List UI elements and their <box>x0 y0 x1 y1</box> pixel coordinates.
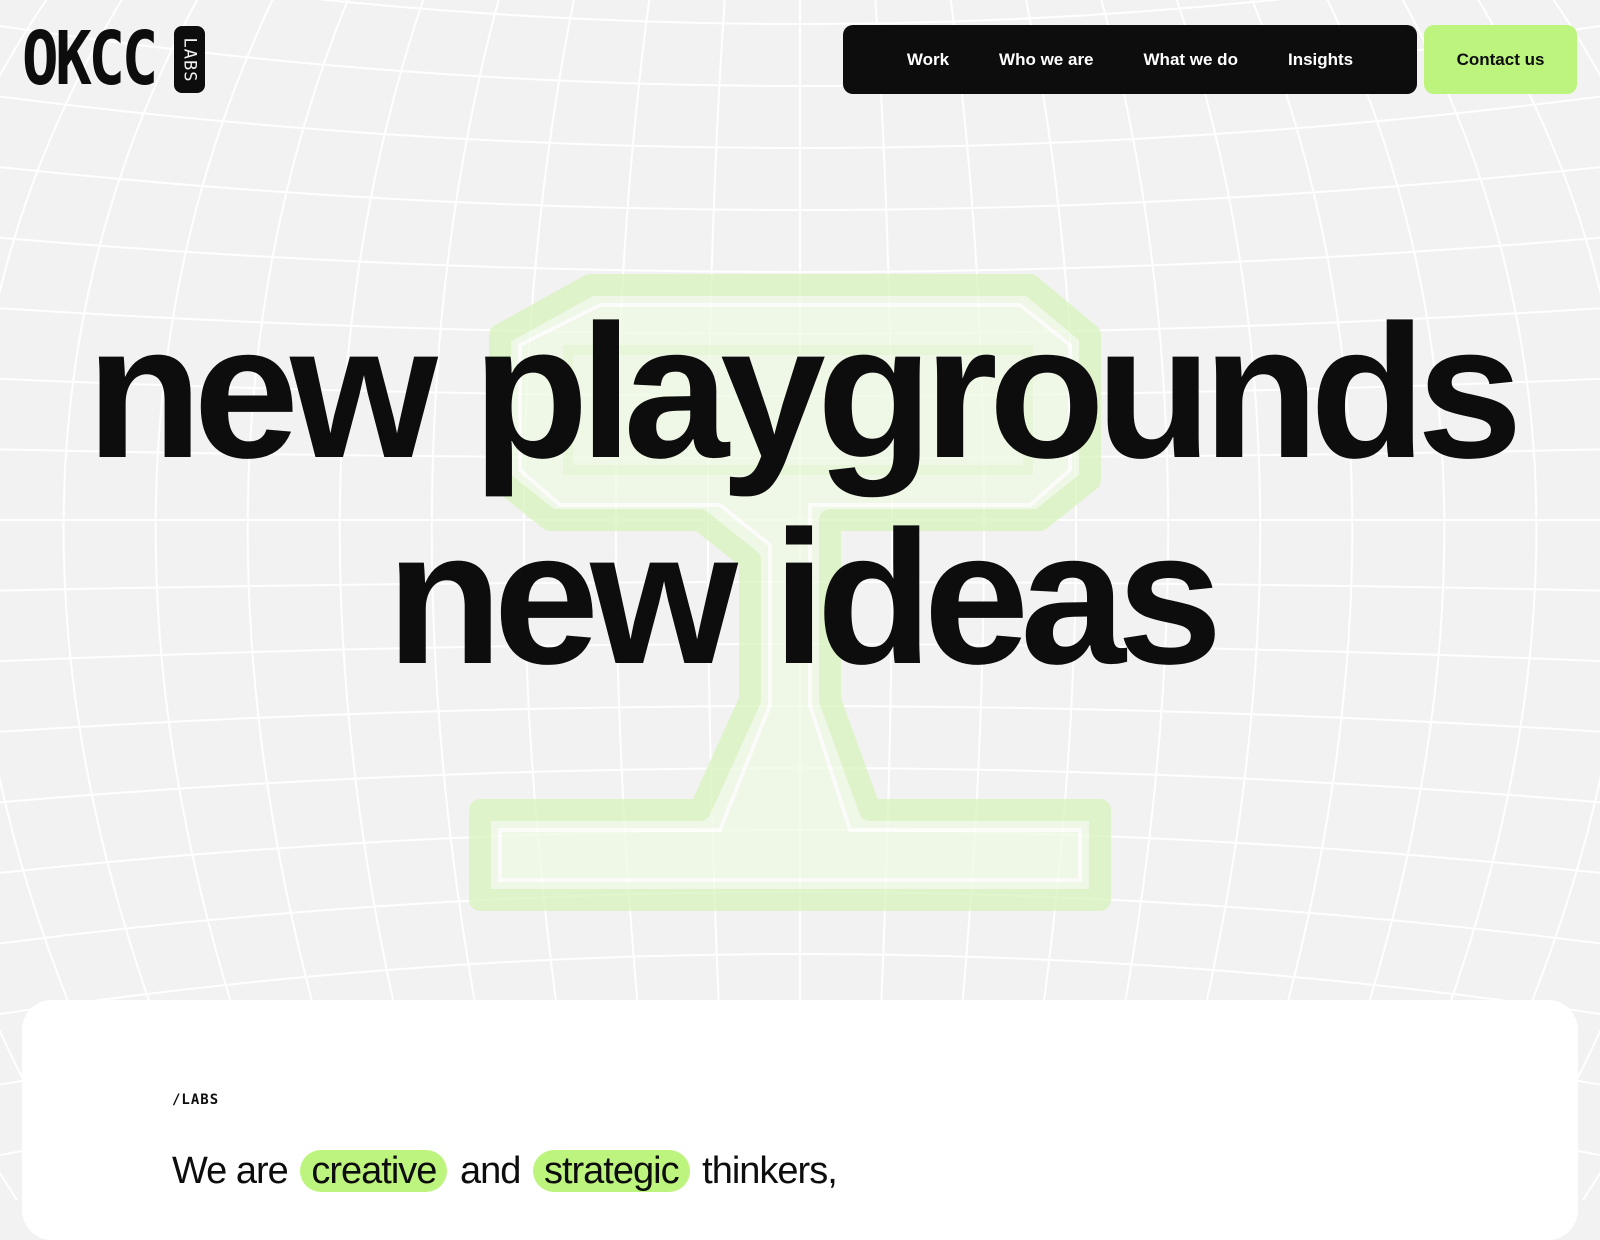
contact-us-button[interactable]: Contact us <box>1424 25 1577 94</box>
hero-headline-line2: new ideas <box>386 492 1222 704</box>
lead-middle: and <box>459 1150 521 1192</box>
highlight-strategic: strategic <box>532 1150 690 1192</box>
hero-headline-line1: new playgrounds <box>86 286 1522 498</box>
logo-labs-text: LABS <box>179 37 200 82</box>
logo-labs-tag: LABS <box>174 26 205 93</box>
lead-before: We are <box>172 1150 289 1192</box>
lead-after: thinkers, <box>702 1150 838 1192</box>
main-nav: Work Who we are What we do Insights <box>843 25 1417 94</box>
nav-item-insights[interactable]: Insights <box>1288 50 1353 70</box>
section-tag: /LABS <box>172 1092 220 1108</box>
labs-intro-card: /LABS We are creative and strategic thin… <box>22 1000 1578 1240</box>
intro-lead-text: We are creative and strategic thinkers, <box>172 1150 838 1193</box>
nav-item-who-we-are[interactable]: Who we are <box>999 50 1093 70</box>
logo[interactable]: OKCC LABS <box>22 16 205 102</box>
logo-wordmark: OKCC <box>22 16 158 102</box>
nav-item-what-we-do[interactable]: What we do <box>1144 50 1238 70</box>
nav-item-work[interactable]: Work <box>907 50 949 70</box>
highlight-creative: creative <box>300 1150 448 1192</box>
